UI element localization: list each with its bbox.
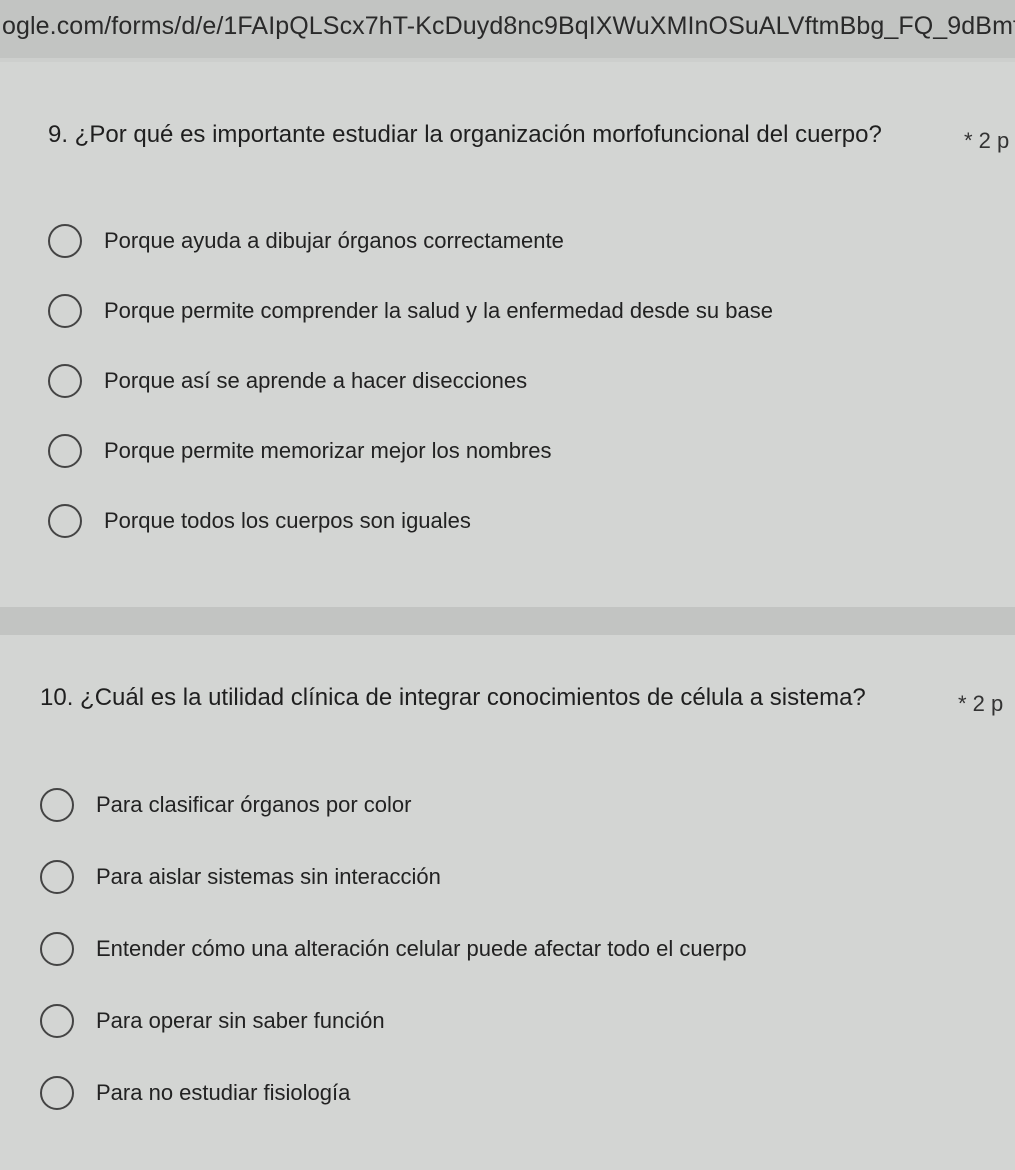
- option-label: Para operar sin saber función: [96, 1008, 385, 1033]
- radio-button[interactable]: [40, 1076, 74, 1110]
- radio-group: Porque ayuda a dibujar órganos correctam…: [48, 206, 1015, 556]
- option-label: Entender cómo una alteración celular pue…: [96, 936, 747, 961]
- question-title: 10. ¿Cuál es la utilidad clínica de inte…: [40, 684, 866, 711]
- radio-button[interactable]: [40, 1004, 74, 1038]
- radio-option[interactable]: Entender cómo una alteración celular pue…: [40, 913, 1015, 985]
- radio-option[interactable]: Para clasificar órganos por color: [40, 769, 1015, 841]
- question-card-10: 10. ¿Cuál es la utilidad clínica de inte…: [0, 635, 1015, 1170]
- option-label: Para clasificar órganos por color: [96, 792, 412, 817]
- radio-option[interactable]: Porque permite comprender la salud y la …: [48, 276, 1015, 346]
- radio-group: Para clasificar órganos por color Para a…: [40, 769, 1015, 1129]
- question-header: 10. ¿Cuál es la utilidad clínica de inte…: [40, 681, 1015, 761]
- address-bar[interactable]: ogle.com/forms/d/e/1FAIpQLScx7hT-KcDuyd8…: [0, 0, 1015, 58]
- required-points-label: * 2 p: [964, 128, 1010, 153]
- option-label: Porque ayuda a dibujar órganos correctam…: [104, 228, 564, 253]
- radio-button[interactable]: [48, 224, 82, 258]
- option-label: Para no estudiar fisiología: [96, 1080, 351, 1105]
- radio-option[interactable]: Para aislar sistemas sin interacción: [40, 841, 1015, 913]
- option-label: Porque así se aprende a hacer diseccione…: [104, 368, 528, 393]
- required-points-label: * 2 p: [958, 691, 1004, 716]
- option-label: Para aislar sistemas sin interacción: [96, 864, 441, 889]
- option-label: Porque permite memorizar mejor los nombr…: [104, 438, 552, 463]
- question-title: 9. ¿Por qué es importante estudiar la or…: [48, 121, 882, 148]
- radio-button[interactable]: [40, 788, 74, 822]
- radio-button[interactable]: [48, 364, 82, 398]
- radio-option[interactable]: Porque ayuda a dibujar órganos correctam…: [48, 206, 1015, 276]
- radio-button[interactable]: [48, 504, 82, 538]
- url-text: ogle.com/forms/d/e/1FAIpQLScx7hT-KcDuyd8…: [2, 12, 1015, 40]
- card-separator: [0, 607, 1015, 635]
- radio-option[interactable]: Para operar sin saber función: [40, 985, 1015, 1057]
- option-label: Porque permite comprender la salud y la …: [104, 298, 773, 323]
- radio-option[interactable]: Porque permite memorizar mejor los nombr…: [48, 416, 1015, 486]
- radio-button[interactable]: [48, 434, 82, 468]
- question-card-9: 9. ¿Por qué es importante estudiar la or…: [0, 62, 1015, 607]
- radio-option[interactable]: Porque todos los cuerpos son iguales: [48, 486, 1015, 556]
- option-label: Porque todos los cuerpos son iguales: [104, 508, 471, 533]
- radio-button[interactable]: [40, 932, 74, 966]
- radio-option[interactable]: Para no estudiar fisiología: [40, 1057, 1015, 1129]
- radio-button[interactable]: [48, 294, 82, 328]
- radio-button[interactable]: [40, 860, 74, 894]
- question-header: 9. ¿Por qué es importante estudiar la or…: [48, 118, 1015, 198]
- radio-option[interactable]: Porque así se aprende a hacer diseccione…: [48, 346, 1015, 416]
